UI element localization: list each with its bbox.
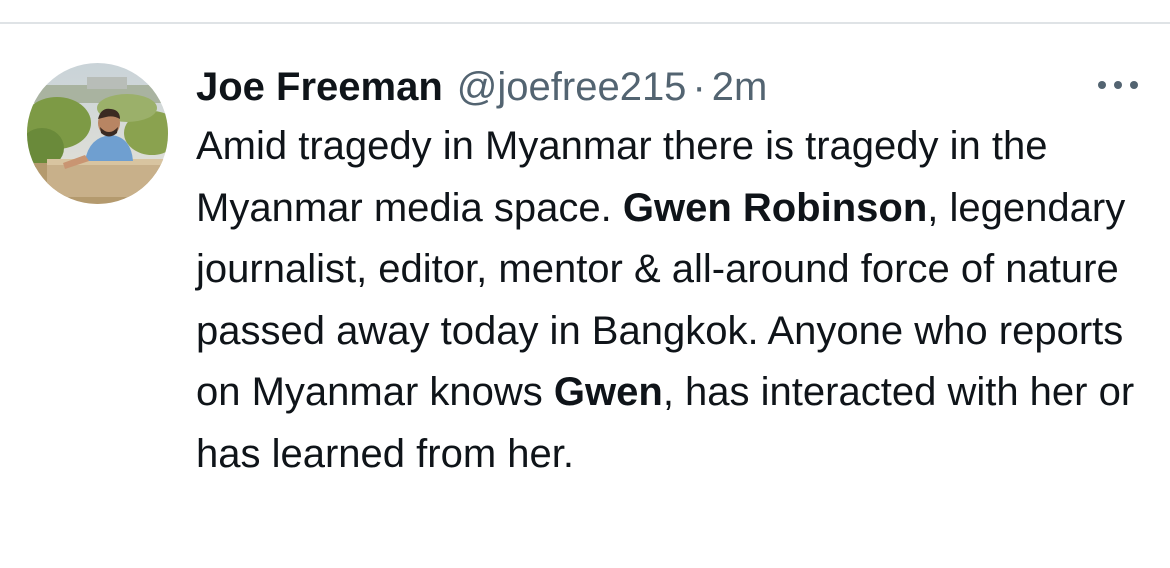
more-dot bbox=[1098, 81, 1106, 89]
more-dot bbox=[1130, 81, 1138, 89]
more-dot bbox=[1114, 81, 1122, 89]
top-divider bbox=[0, 22, 1170, 24]
tweet-text: Amid tragedy in Myanmar there is tragedy… bbox=[196, 116, 1156, 485]
author-handle[interactable]: @joefree215 bbox=[457, 58, 687, 116]
author-name[interactable]: Joe Freeman bbox=[196, 58, 443, 116]
avatar[interactable] bbox=[27, 63, 168, 204]
tweet-header: Joe Freeman @joefree215 · 2m bbox=[196, 58, 1156, 116]
avatar-photo bbox=[27, 63, 168, 204]
tweet-text-bold: Gwen bbox=[553, 370, 663, 414]
more-horizontal-icon[interactable] bbox=[1098, 78, 1138, 92]
tweet[interactable]: Joe Freeman @joefree215 · 2m Amid traged… bbox=[196, 58, 1156, 485]
separator-dot: · bbox=[692, 65, 706, 109]
timestamp[interactable]: 2m bbox=[712, 58, 768, 116]
tweet-text-bold: Gwen Robinson bbox=[622, 185, 928, 230]
